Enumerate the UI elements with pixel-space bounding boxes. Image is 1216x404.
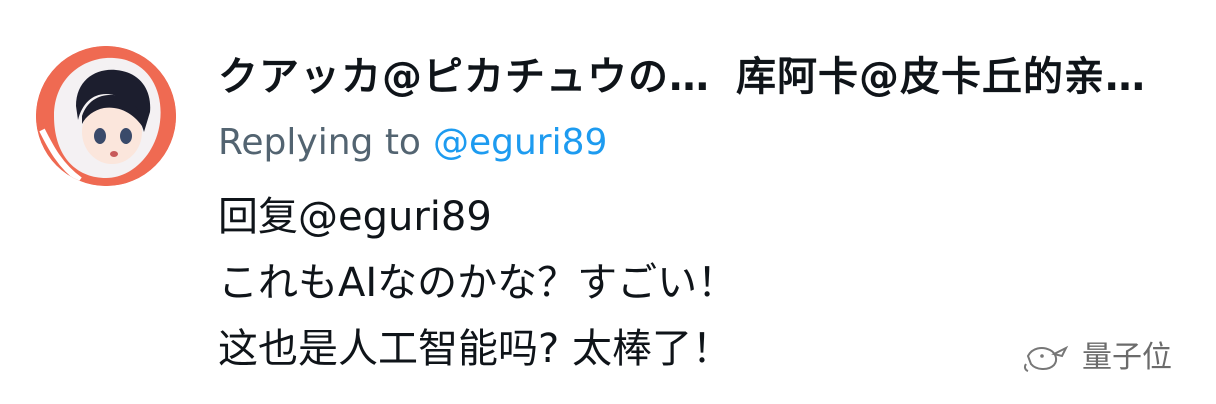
avatar-image: [36, 46, 176, 186]
tweet-text-line-3: 这也是人工智能吗? 太棒了！: [218, 326, 732, 372]
replying-to: Replying to @eguri89: [218, 116, 607, 168]
translated-display-name: 库阿卡@皮卡丘的亲…: [736, 54, 1146, 100]
avatar[interactable]: [36, 46, 176, 186]
display-name[interactable]: クアッカ@ピカチュウの…: [218, 44, 710, 102]
tweet-text-line-1: 回复@eguri89: [218, 194, 492, 240]
replying-to-handle-link[interactable]: @eguri89: [433, 122, 607, 163]
watermark-label: 量子位: [1082, 340, 1172, 375]
author-name-row: クアッカ@ピカチュウの… 库阿卡@皮卡丘的亲…: [218, 40, 1198, 106]
watermark: 量子位: [1022, 332, 1172, 376]
replying-to-label: Replying to: [218, 121, 421, 163]
tweet-text-line-2: これもAIなのかな？すごい！: [218, 260, 738, 306]
wechat-bird-icon: [1023, 345, 1069, 372]
